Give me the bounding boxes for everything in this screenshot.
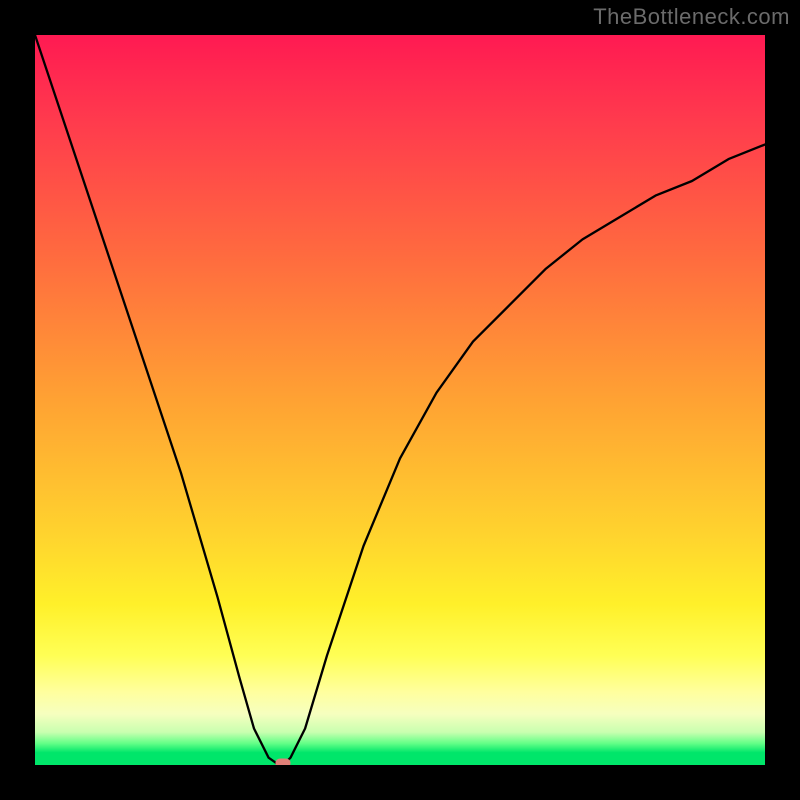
curve-path — [35, 35, 765, 765]
bottleneck-curve — [35, 35, 765, 765]
watermark-text: TheBottleneck.com — [593, 4, 790, 30]
min-marker — [276, 758, 291, 765]
plot-area — [35, 35, 765, 765]
chart-frame: TheBottleneck.com — [0, 0, 800, 800]
